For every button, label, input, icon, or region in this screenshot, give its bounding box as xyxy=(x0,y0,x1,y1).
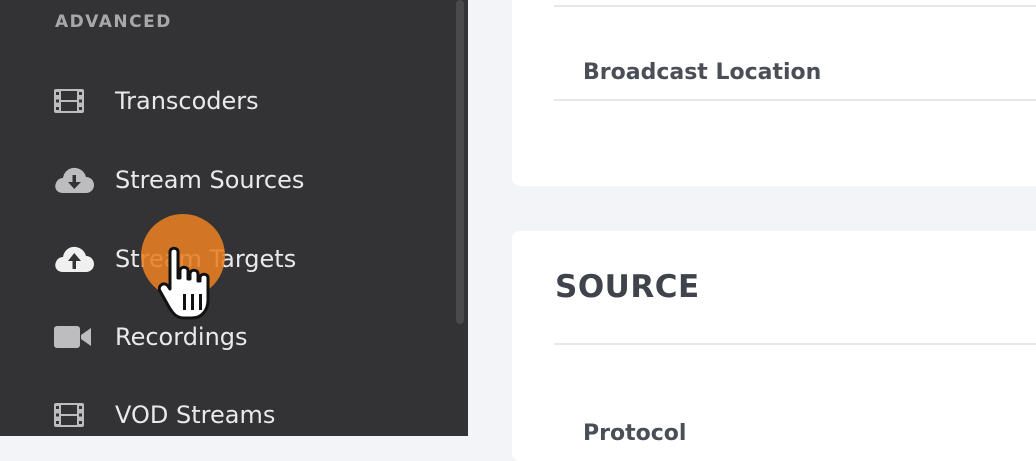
nav-item-stream-targets[interactable]: Stream Targets xyxy=(0,231,450,287)
nav-item-recordings[interactable]: Recordings xyxy=(0,309,450,365)
field-label-protocol: Protocol xyxy=(583,421,687,446)
section-label-advanced: ADVANCED xyxy=(55,12,172,32)
divider xyxy=(554,5,1036,7)
video-camera-icon xyxy=(53,322,95,352)
nav-item-transcoders[interactable]: Transcoders xyxy=(0,73,450,129)
cloud-upload-icon xyxy=(53,244,95,274)
section-title-source: SOURCE xyxy=(555,269,700,305)
hand-cursor-icon xyxy=(157,244,224,328)
divider xyxy=(554,99,1036,101)
divider xyxy=(554,343,1036,345)
sidebar: ADVANCED Transcoders Stream Sources Targ… xyxy=(0,0,468,436)
film-icon xyxy=(53,86,95,116)
main-content: Broadcast Location SOURCE Protocol xyxy=(468,0,1036,461)
field-label-broadcast-location: Broadcast Location xyxy=(583,60,822,85)
nav-item-label: VOD Streams xyxy=(115,401,276,429)
cloud-download-icon xyxy=(53,165,95,195)
settings-card: Broadcast Location xyxy=(512,0,1036,186)
nav-item-vod-streams[interactable]: VOD Streams xyxy=(0,387,450,443)
nav-item-label: Stream Sources xyxy=(115,166,305,194)
nav-item-label: Transcoders xyxy=(115,87,259,115)
sidebar-scrollbar[interactable] xyxy=(456,0,464,324)
film-icon xyxy=(53,400,95,430)
source-card: SOURCE Protocol xyxy=(512,231,1036,461)
nav-item-stream-sources[interactable]: Stream Sources xyxy=(0,152,450,208)
